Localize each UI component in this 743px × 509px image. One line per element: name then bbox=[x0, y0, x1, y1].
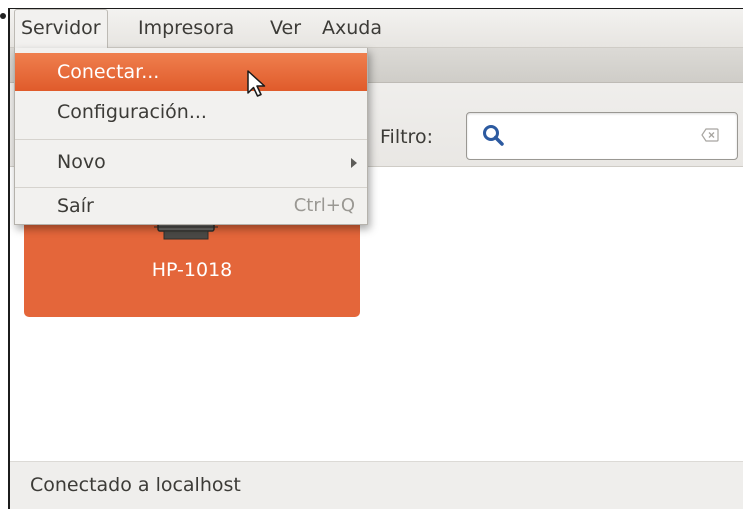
statusbar: Conectado a localhost bbox=[10, 461, 743, 509]
menu-axuda[interactable]: Axuda bbox=[316, 9, 388, 47]
menu-ver[interactable]: Ver bbox=[264, 9, 307, 47]
menu-item-sair[interactable]: Saír Ctrl+Q bbox=[15, 189, 367, 223]
list-bullet bbox=[0, 13, 6, 19]
status-text: Conectado a localhost bbox=[30, 474, 241, 496]
menubar: Servidor Impresora Ver Axuda bbox=[10, 9, 743, 48]
mouse-cursor-icon bbox=[247, 70, 266, 97]
menu-item-label: Novo bbox=[57, 151, 106, 173]
menu-item-label: Conectar... bbox=[57, 61, 160, 83]
filter-label: Filtro: bbox=[380, 126, 433, 148]
menu-item-label: Configuración... bbox=[57, 101, 207, 123]
menu-separator bbox=[15, 187, 367, 188]
menu-item-conectar[interactable]: Conectar... bbox=[15, 53, 367, 91]
print-settings-window: Servidor Impresora Ver Axuda st Filtro: bbox=[8, 8, 743, 509]
clear-field-icon[interactable] bbox=[701, 128, 719, 142]
menu-item-label: Saír bbox=[57, 195, 94, 217]
menu-item-novo[interactable]: Novo bbox=[15, 141, 367, 183]
menu-impresora[interactable]: Impresora bbox=[132, 9, 240, 47]
menu-servidor[interactable]: Servidor bbox=[14, 9, 108, 48]
menu-item-configuracion[interactable]: Configuración... bbox=[15, 93, 367, 131]
search-icon bbox=[483, 125, 504, 146]
filter-input[interactable] bbox=[466, 112, 738, 160]
menu-separator bbox=[15, 139, 367, 140]
shortcut-label: Ctrl+Q bbox=[293, 195, 355, 216]
printer-name: HP-1018 bbox=[151, 259, 233, 281]
submenu-arrow-icon bbox=[351, 158, 357, 168]
servidor-dropdown-menu: Conectar... Configuración... Novo Saír C… bbox=[14, 48, 368, 225]
